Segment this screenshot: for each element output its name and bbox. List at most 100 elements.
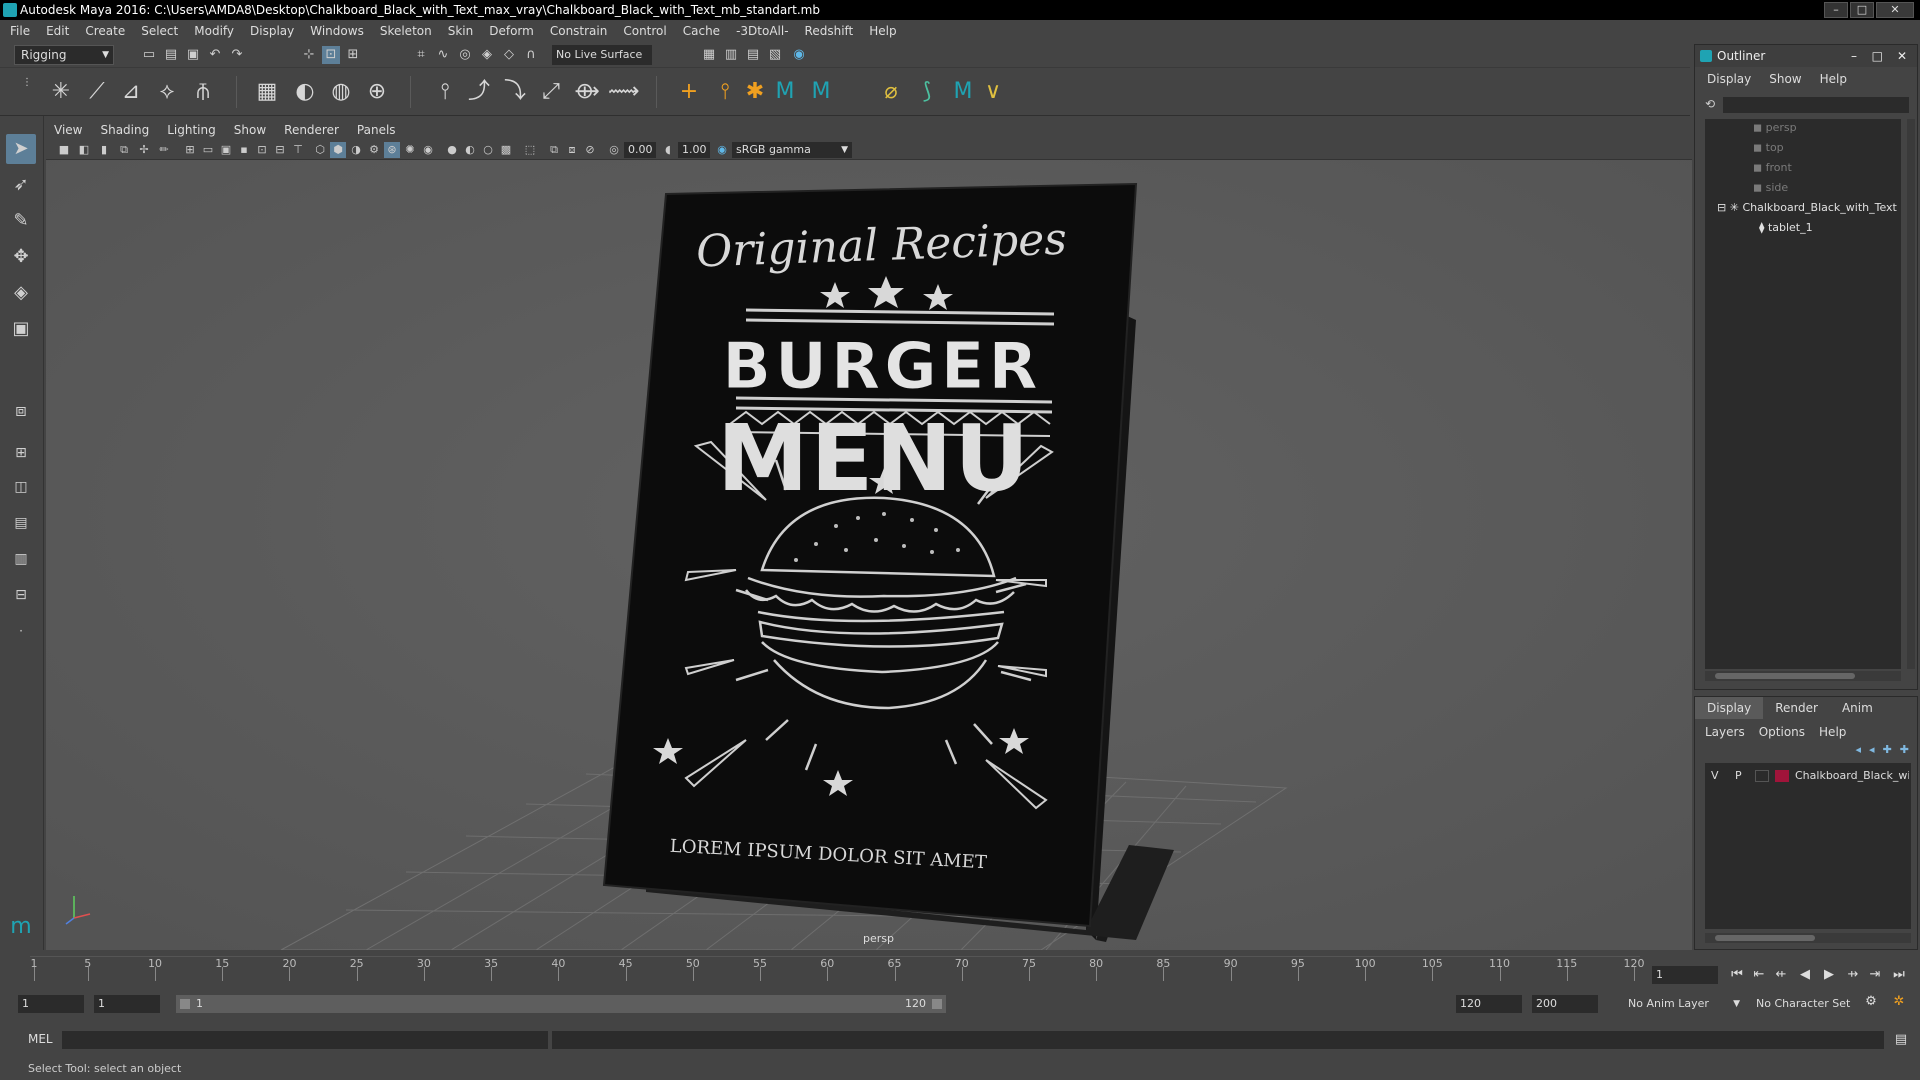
ipr-render-icon[interactable]: ▤ [744, 46, 762, 64]
multisample-icon[interactable]: ◐ [462, 142, 478, 158]
menu-skin[interactable]: Skin [448, 24, 474, 38]
mash-icon-2[interactable]: M [806, 77, 836, 107]
maximize-icon[interactable]: □ [1872, 45, 1883, 67]
render-settings-icon[interactable]: ▧ [766, 46, 784, 64]
new-layer-selected-icon[interactable]: ✚ [1900, 743, 1909, 756]
camera-select-icon[interactable]: ■ [56, 142, 72, 158]
depth-of-field-icon[interactable]: ○ [480, 142, 496, 158]
side-by-side-layout-icon[interactable]: ◫ [6, 472, 36, 502]
humanik-icon[interactable]: ⫚ [188, 77, 218, 107]
cluster-icon[interactable]: ◐ [290, 77, 320, 107]
menu-help[interactable]: Help [869, 24, 896, 38]
resolution-gate-icon[interactable]: ▣ [218, 142, 234, 158]
film-gate-icon[interactable]: ▭ [200, 142, 216, 158]
timeline-ruler[interactable]: 1 5 10 15 20 25 30 35 40 45 50 55 60 65 70 75 80 85 90 95 10… [30, 956, 1645, 984]
bookmark-icon[interactable]: ▮ [96, 142, 112, 158]
go-to-end-icon[interactable]: ⏭ [1890, 966, 1908, 984]
shelf-menu-icon[interactable]: ⋮ [18, 74, 36, 92]
undo-icon[interactable]: ↶ [206, 46, 224, 64]
layer-playback-toggle[interactable]: P [1735, 767, 1742, 785]
outliner-menu-help[interactable]: Help [1820, 72, 1847, 86]
menu-redshift[interactable]: Redshift [805, 24, 854, 38]
bind-skin-icon[interactable]: ⟡ [152, 77, 182, 107]
panel-menu-view[interactable]: View [54, 123, 82, 137]
four-view-layout-icon[interactable]: ⊞ [6, 438, 36, 468]
redo-icon[interactable]: ↷ [228, 46, 246, 64]
menu-set-dropdown[interactable]: Rigging ▼ [14, 45, 114, 65]
step-forward-frame-icon[interactable]: ⇥ [1866, 966, 1884, 984]
layer-menu-options[interactable]: Options [1759, 725, 1805, 739]
pole-vector-icon[interactable]: ⟿ [608, 77, 640, 107]
menu-constrain[interactable]: Constrain [550, 24, 608, 38]
hypershade-icon[interactable]: ◉ [790, 46, 808, 64]
outliner-list[interactable]: ◼ persp ◼ top ◼ front ◼ side ⊟ ✳ Chalkbo… [1705, 119, 1901, 669]
time-slider[interactable]: 1 5 10 15 20 25 30 35 40 45 50 55 60 65 70 75 80 85 90 95 10… [0, 950, 1920, 988]
wireframe-on-shaded-icon[interactable]: ◑ [348, 142, 364, 158]
outliner-layout-icon[interactable]: ▤ [6, 508, 36, 538]
locator-icon[interactable]: + [674, 77, 704, 107]
tab-display[interactable]: Display [1695, 697, 1764, 719]
panel-menu-show[interactable]: Show [234, 123, 266, 137]
skin-weights-icon[interactable]: ⟆ [912, 77, 942, 107]
color-management-icon[interactable]: ◉ [714, 142, 730, 158]
deform-icon[interactable]: ∨ [978, 77, 1008, 107]
ik-spline-icon[interactable]: ⊿ [116, 77, 146, 107]
step-back-frame-icon[interactable]: ⇤ [1750, 966, 1768, 984]
menu-cache[interactable]: Cache [683, 24, 720, 38]
image-plane-icon[interactable]: ⧉ [116, 142, 132, 158]
exposure-field[interactable]: 0.00 [624, 142, 656, 158]
select-tool-icon[interactable]: ➤ [6, 134, 36, 164]
step-back-key-icon[interactable]: ⇷ [1772, 966, 1790, 984]
single-view-layout-icon[interactable]: ⧈ [6, 396, 36, 426]
layer-color-swatch[interactable] [1775, 770, 1789, 782]
animation-start-field[interactable]: 1 [18, 995, 84, 1013]
step-forward-key-icon[interactable]: ⇸ [1844, 966, 1862, 984]
play-backwards-icon[interactable]: ◀ [1796, 966, 1814, 984]
go-to-start-icon[interactable]: ⏮ [1728, 966, 1746, 984]
grid-toggle-icon[interactable]: ⊞ [182, 142, 198, 158]
two-d-pan-icon[interactable]: ✢ [136, 142, 152, 158]
more-layouts-icon[interactable]: · [6, 616, 36, 646]
outliner-horizontal-scrollbar[interactable] [1705, 671, 1901, 681]
ik-handle-icon[interactable]: ⟋ [82, 77, 112, 107]
gate-mask-icon[interactable]: ▪ [236, 142, 252, 158]
use-all-lights-icon[interactable]: ⊛ [384, 142, 400, 158]
outliner-item-front[interactable]: ◼ front [1753, 159, 1792, 177]
range-handle-end[interactable] [932, 999, 942, 1009]
field-chart-icon[interactable]: ⊡ [254, 142, 270, 158]
menu-windows[interactable]: Windows [310, 24, 364, 38]
playback-start-field[interactable]: 1 [94, 995, 160, 1013]
collapse-icon[interactable]: ⊟ [1717, 201, 1730, 214]
new-layer-icon[interactable]: ✚ [1883, 743, 1892, 756]
outliner-item-chalkboard-group[interactable]: ⊟ ✳ Chalkboard_Black_with_Text [1717, 199, 1901, 217]
gamma-field[interactable]: 1.00 [678, 142, 710, 158]
scale-tool-icon[interactable]: ▣ [6, 314, 36, 344]
move-layer-down-icon[interactable]: ◂ [1869, 743, 1875, 756]
snap-grid-icon[interactable]: ⌗ [412, 46, 430, 64]
layer-row[interactable]: V P Chalkboard_Black_with_Text [1705, 767, 1911, 785]
mash-icon-3[interactable]: M [948, 77, 978, 107]
outliner-menu-show[interactable]: Show [1769, 72, 1801, 86]
safe-action-icon[interactable]: ⊟ [272, 142, 288, 158]
set-driven-key-icon[interactable]: ✱ [740, 77, 770, 107]
exposure-icon[interactable]: ◎ [606, 142, 622, 158]
split-layout-icon[interactable]: ⊟ [6, 580, 36, 610]
minimize-icon[interactable]: – [1851, 45, 1857, 67]
menu-display[interactable]: Display [250, 24, 294, 38]
mel-command-input[interactable] [62, 1031, 548, 1049]
panel-menu-panels[interactable]: Panels [357, 123, 396, 137]
render-view-icon[interactable]: ▥ [722, 46, 740, 64]
grease-pencil-icon[interactable]: ✏ [156, 142, 172, 158]
select-object-icon[interactable]: ⊡ [322, 46, 340, 64]
textured-icon[interactable]: ⚙ [366, 142, 382, 158]
isolate-select-icon[interactable]: ▩ [498, 142, 514, 158]
backface-culling-icon[interactable]: ⊘ [582, 142, 598, 158]
safe-title-icon[interactable]: ⊤ [290, 142, 306, 158]
play-forwards-icon[interactable]: ▶ [1820, 966, 1838, 984]
move-tool-icon[interactable]: ✥ [6, 242, 36, 272]
snap-view-icon[interactable]: ◈ [478, 46, 496, 64]
ik-fk-icon[interactable]: ⫯ [710, 77, 740, 107]
menu-modify[interactable]: Modify [194, 24, 234, 38]
snap-curve-icon[interactable]: ∿ [434, 46, 452, 64]
select-hierarchy-icon[interactable]: ⊹ [300, 46, 318, 64]
